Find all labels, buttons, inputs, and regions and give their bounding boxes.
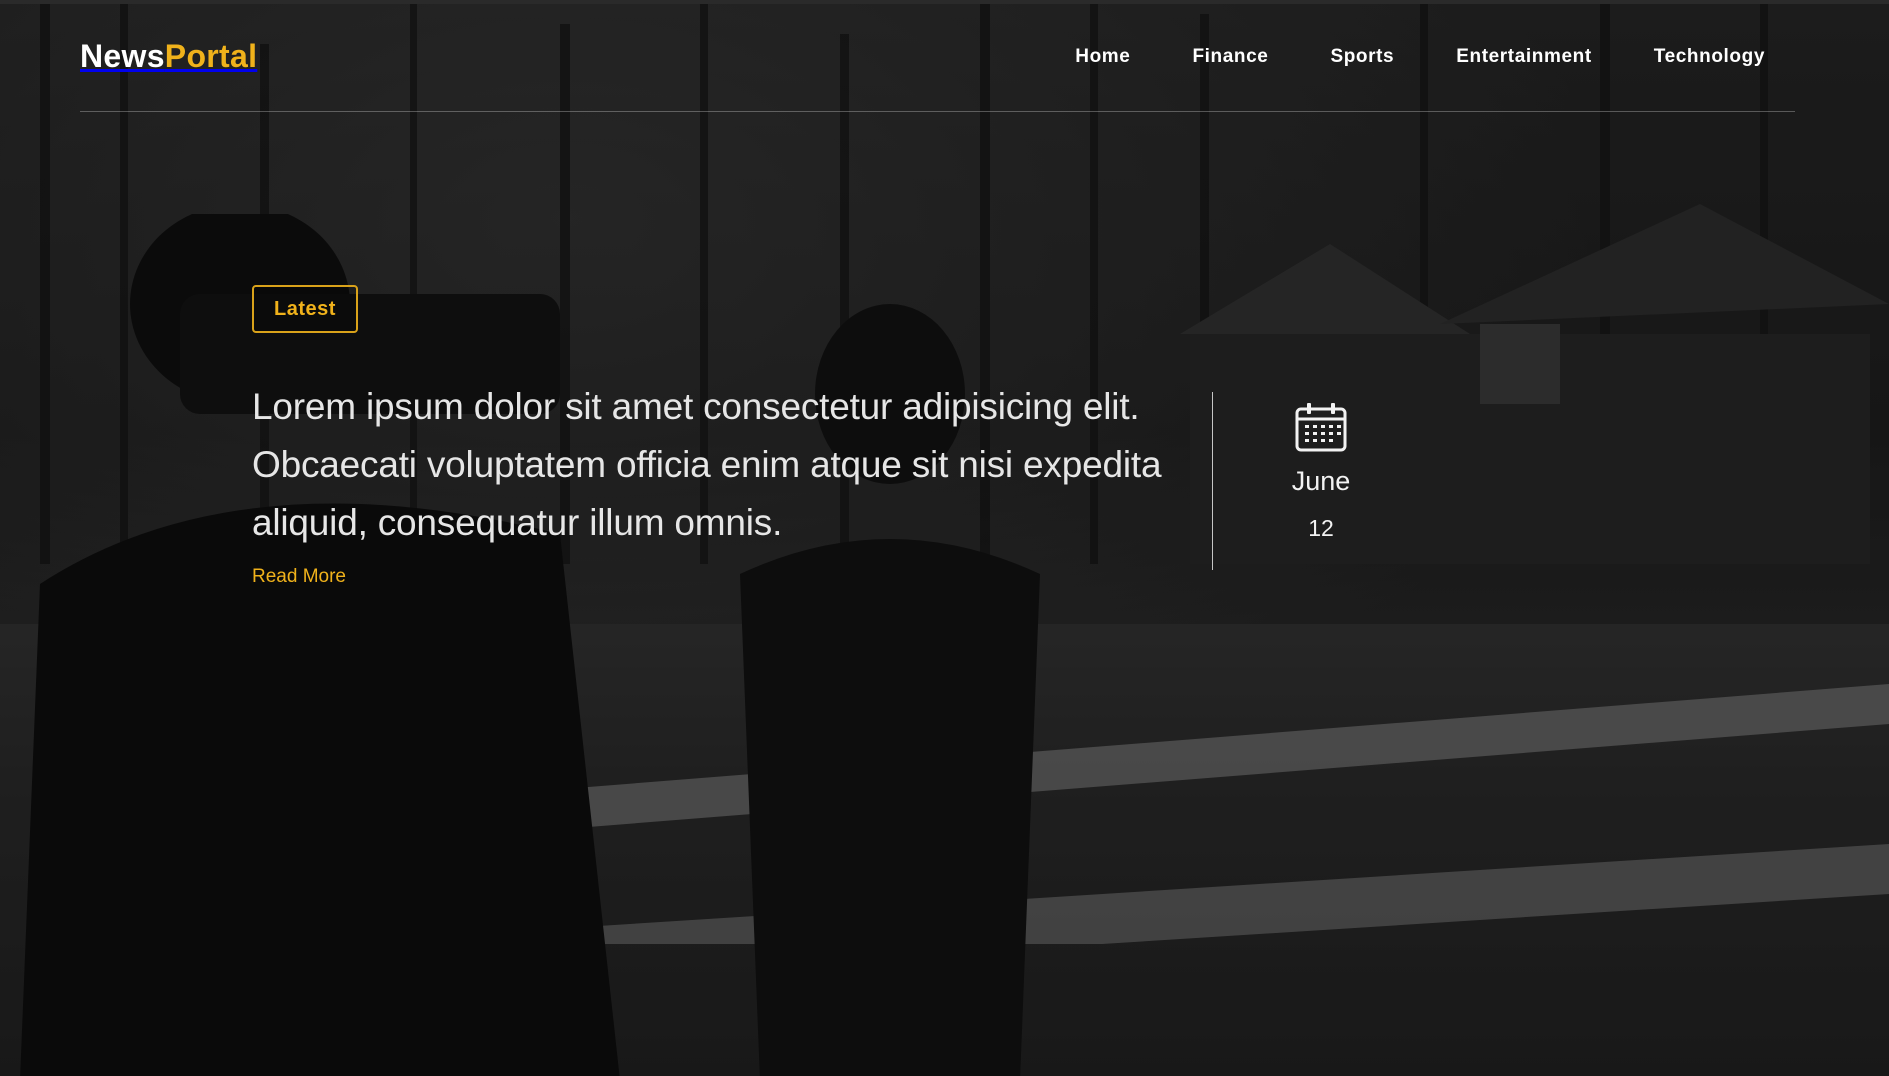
logo-text-portal: Portal: [164, 38, 258, 74]
date-day: 12: [1308, 515, 1334, 541]
read-more-link[interactable]: Read More: [252, 566, 346, 588]
site-header: NewsPortal Home Finance Sports Entertain…: [80, 0, 1795, 112]
site-logo[interactable]: NewsPortal: [80, 38, 257, 75]
date-month: June: [1291, 466, 1351, 496]
latest-badge: Latest: [252, 285, 358, 333]
date-display: June 12: [1252, 402, 1390, 542]
nav-finance[interactable]: Finance: [1192, 46, 1268, 68]
vertical-divider: [1212, 392, 1213, 570]
calendar-icon: [1295, 403, 1347, 452]
nav-technology[interactable]: Technology: [1654, 46, 1765, 68]
nav-home[interactable]: Home: [1075, 46, 1130, 68]
logo-text-news: News: [80, 38, 165, 74]
hero-headline: Lorem ipsum dolor sit amet consectetur a…: [252, 386, 1162, 543]
nav-entertainment[interactable]: Entertainment: [1456, 46, 1592, 68]
main-nav: Home Finance Sports Entertainment Techno…: [1075, 46, 1765, 68]
nav-sports[interactable]: Sports: [1330, 46, 1394, 68]
